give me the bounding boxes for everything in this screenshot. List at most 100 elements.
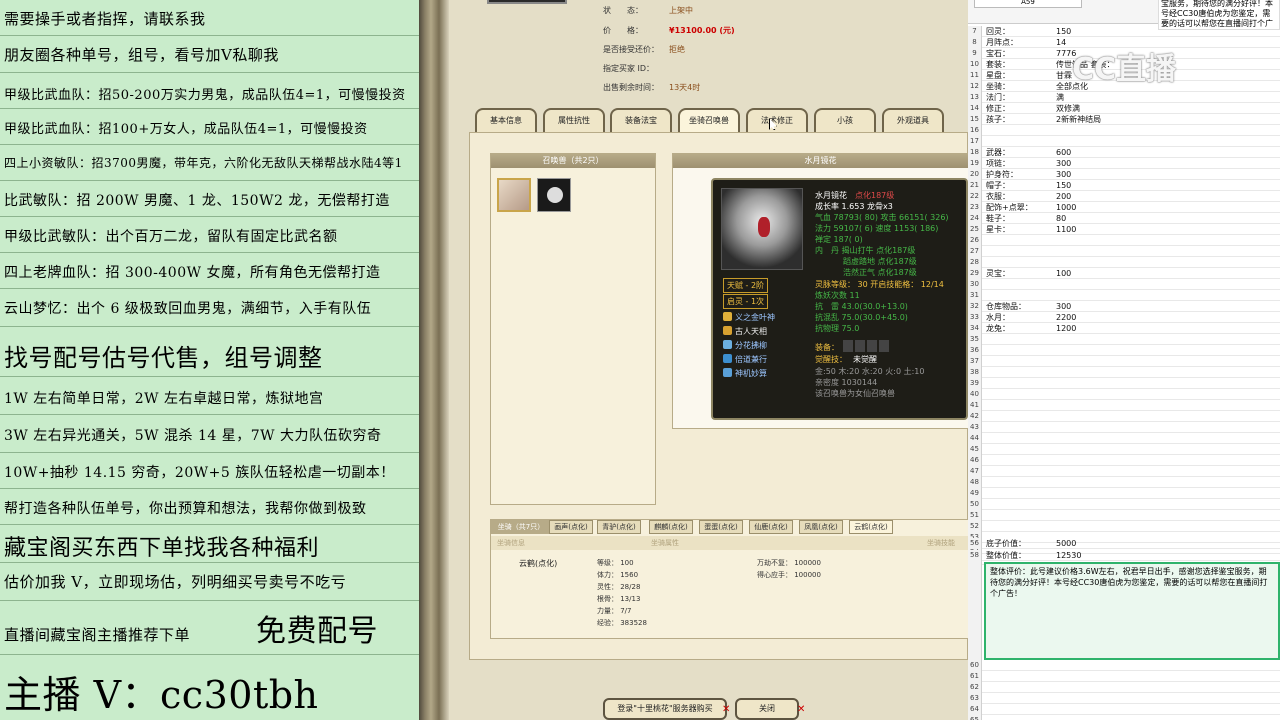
cell-key[interactable]: 孩子： — [986, 114, 1054, 125]
sheet-row[interactable]: 13 法门：满 — [968, 92, 1280, 103]
cell-key[interactable]: 鞋子： — [986, 213, 1054, 224]
cell-value[interactable]: 2新新神结局 — [1056, 114, 1101, 125]
cell-key[interactable]: 武器： — [986, 147, 1054, 158]
cell-key[interactable]: 套装： — [986, 59, 1054, 70]
cell-key[interactable]: 配饰+点翠： — [986, 202, 1054, 213]
tab-attributes[interactable]: 属性抗性 — [543, 108, 605, 132]
sheet-row[interactable]: 34 龙兔： 1200 — [968, 323, 1280, 334]
pet-avatar-1[interactable] — [497, 178, 531, 212]
tab-child[interactable]: 小孩 — [814, 108, 876, 132]
sheet-row[interactable]: 31 — [968, 290, 1280, 301]
cell-value[interactable]: 200 — [1056, 191, 1071, 202]
cell-key[interactable]: 宝石： — [986, 48, 1054, 59]
sheet-row[interactable]: 47 — [968, 466, 1280, 477]
cell-value[interactable]: 12530 — [1056, 550, 1081, 561]
cell-key[interactable]: 龙兔： — [986, 323, 1054, 334]
cell-key[interactable]: 护身符： — [986, 169, 1054, 180]
sheet-row[interactable]: 50 — [968, 499, 1280, 510]
sheet-row[interactable]: 40 — [968, 389, 1280, 400]
sheet-row[interactable]: 39 — [968, 378, 1280, 389]
sheet-row[interactable]: 63 — [968, 693, 1280, 704]
mount-tab[interactable]: 凤凰(点化) — [799, 520, 843, 534]
cell-key[interactable]: 水月： — [986, 312, 1054, 323]
sheet-row[interactable]: 29 灵宝： 100 — [968, 268, 1280, 279]
cell-value[interactable]: 双修满 — [1056, 103, 1080, 114]
sheet-row[interactable]: 14 修正： 双修满 — [968, 103, 1280, 114]
sheet-row[interactable]: 36 — [968, 345, 1280, 356]
sheet-row[interactable]: 24 鞋子： 80 — [968, 213, 1280, 224]
sheet-row[interactable]: 15 孩子： 2新新神结局 — [968, 114, 1280, 125]
sheet-row[interactable]: 64 — [968, 704, 1280, 715]
sheet-row[interactable]: 28 — [968, 257, 1280, 268]
cell-value[interactable]: 2200 — [1056, 312, 1076, 323]
pet-avatar-2[interactable] — [537, 178, 571, 212]
sheet-row[interactable]: 20 护身符： 300 — [968, 169, 1280, 180]
close-button[interactable]: 关闭 — [735, 698, 799, 720]
cell-key[interactable]: 坐骑： — [986, 81, 1054, 92]
sheet-row[interactable]: 52 — [968, 521, 1280, 532]
sheet-row[interactable]: 16 — [968, 125, 1280, 136]
tab-spell-correction[interactable]: 法术修正 — [746, 108, 808, 132]
sheet-row[interactable]: 42 — [968, 411, 1280, 422]
mount-tab[interactable]: 仙鹿(点化) — [749, 520, 793, 534]
sheet-row[interactable]: 48 — [968, 477, 1280, 488]
cell-key[interactable]: 底子价值： — [986, 538, 1054, 549]
cell-value[interactable]: 1200 — [1056, 323, 1076, 334]
sheet-row[interactable]: 45 — [968, 444, 1280, 455]
sheet-row[interactable]: 37 — [968, 356, 1280, 367]
sheet-row[interactable]: 65 — [968, 715, 1280, 720]
cell-key[interactable]: 星盘： — [986, 70, 1054, 81]
cell-value[interactable]: 150 — [1056, 180, 1071, 191]
sheet-row[interactable]: 62 — [968, 682, 1280, 693]
cell-value[interactable]: 300 — [1056, 158, 1071, 169]
sheet-row[interactable]: 7 回灵： 150 — [968, 26, 1280, 37]
sheet-row[interactable]: 32 仓库物品： 300 — [968, 301, 1280, 312]
cell-key[interactable]: 修正： — [986, 103, 1054, 114]
sheet-row[interactable]: 56 底子价值： 5000 — [968, 538, 1280, 549]
cell-key[interactable]: 项链： — [986, 158, 1054, 169]
cell-key[interactable]: 月阵点： — [986, 37, 1054, 48]
cell-key[interactable]: 灵宝： — [986, 268, 1054, 279]
cell-key[interactable]: 法门： — [986, 92, 1054, 103]
cell-value[interactable]: 5000 — [1056, 538, 1076, 549]
cell-key[interactable]: 整体价值： — [986, 550, 1054, 561]
tab-basic-info[interactable]: 基本信息 — [475, 108, 537, 132]
mount-tab[interactable]: 麒麟(点化) — [649, 520, 693, 534]
sheet-row[interactable]: 58 整体价值： 12530 — [968, 550, 1280, 561]
sheet-row[interactable]: 35 — [968, 334, 1280, 345]
sheet-row[interactable]: 38 — [968, 367, 1280, 378]
sheet-row[interactable]: 26 — [968, 235, 1280, 246]
sheet-row[interactable]: 23 配饰+点翠： 1000 — [968, 202, 1280, 213]
mount-tab-active[interactable]: 云鹤(点化) — [849, 520, 893, 534]
sheet-row[interactable]: 44 — [968, 433, 1280, 444]
cell-value[interactable]: 150 — [1056, 26, 1071, 37]
cell-key[interactable]: 仓库物品： — [986, 301, 1054, 312]
cell-value[interactable]: 600 — [1056, 147, 1071, 158]
cell-value[interactable]: 80 — [1056, 213, 1066, 224]
cell-value[interactable]: 300 — [1056, 301, 1071, 312]
sheet-row[interactable]: 51 — [968, 510, 1280, 521]
mount-tab[interactable]: 画声(点化) — [549, 520, 593, 534]
name-box[interactable]: A59 — [974, 0, 1082, 8]
cell-value[interactable]: 300 — [1056, 169, 1071, 180]
sheet-row[interactable]: 22 衣服： 200 — [968, 191, 1280, 202]
cell-key[interactable]: 回灵： — [986, 26, 1054, 37]
cell-value[interactable]: 14 — [1056, 37, 1066, 48]
cell-value[interactable]: 100 — [1056, 268, 1071, 279]
cell-value[interactable]: 甘霖 — [1056, 70, 1072, 81]
sheet-row[interactable]: 18 武器： 600 — [968, 147, 1280, 158]
sheet-row[interactable]: 27 — [968, 246, 1280, 257]
sheet-row[interactable]: 60 — [968, 660, 1280, 671]
mount-tab[interactable]: 青驴(点化) — [597, 520, 641, 534]
sheet-row[interactable]: 19 项链： 300 — [968, 158, 1280, 169]
cell-key[interactable]: 衣服： — [986, 191, 1054, 202]
sheet-row[interactable]: 43 — [968, 422, 1280, 433]
sheet-row[interactable]: 61 — [968, 671, 1280, 682]
tab-appearance[interactable]: 外观道具 — [882, 108, 944, 132]
cell-value[interactable]: 满 — [1056, 92, 1064, 103]
sheet-row[interactable]: 41 — [968, 400, 1280, 411]
cell-value[interactable]: 1100 — [1056, 224, 1076, 235]
tab-mount-pets[interactable]: 坐骑召唤兽 — [678, 108, 740, 132]
sheet-row[interactable]: 33 水月： 2200 — [968, 312, 1280, 323]
login-buy-button[interactable]: 登录"十里桃花"服务器购买 — [603, 698, 727, 720]
